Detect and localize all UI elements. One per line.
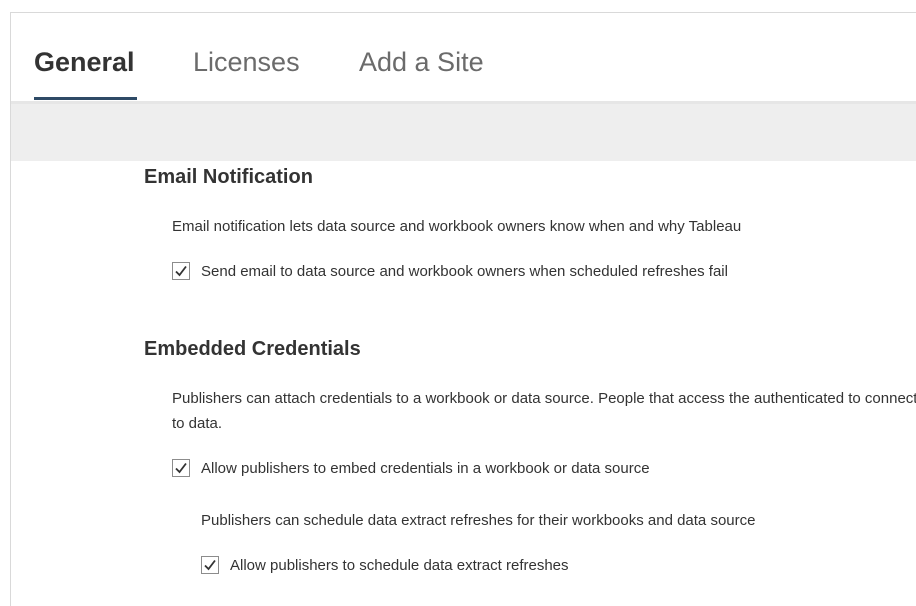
allow-schedule-refresh-label: Allow publishers to schedule data extrac… (230, 556, 569, 574)
tab-general[interactable]: General (34, 44, 137, 100)
allow-schedule-refresh-checkbox[interactable] (201, 556, 219, 574)
allow-embed-credentials-label: Allow publishers to embed credentials in… (201, 459, 650, 477)
checkmark-icon (204, 559, 216, 571)
send-email-label: Send email to data source and workbook o… (201, 262, 728, 280)
tab-bar: General Licenses Add a Site (11, 13, 916, 104)
settings-panel: General Licenses Add a Site Email Notifi… (10, 12, 916, 606)
checkmark-icon (175, 462, 187, 474)
tab-licenses[interactable]: Licenses (193, 44, 300, 80)
embedded-credentials-description: Publishers can attach credentials to a w… (172, 390, 916, 432)
tab-general-label: General (34, 47, 135, 77)
embedded-credentials-heading: Embedded Credentials (144, 338, 361, 360)
tab-add-a-site-label: Add a Site (359, 47, 484, 77)
email-notification-description: Email notification lets data source and … (172, 218, 742, 235)
tab-licenses-label: Licenses (193, 47, 300, 77)
send-email-on-failure-option[interactable]: Send email to data source and workbook o… (172, 262, 728, 280)
allow-embed-credentials-checkbox[interactable] (172, 459, 190, 477)
email-notification-heading: Email Notification (144, 166, 313, 188)
toolbar-strip (11, 104, 916, 161)
active-tab-indicator (34, 97, 137, 100)
checkmark-icon (175, 265, 187, 277)
allow-schedule-refresh-option[interactable]: Allow publishers to schedule data extrac… (201, 556, 569, 574)
allow-embed-credentials-option[interactable]: Allow publishers to embed credentials in… (172, 459, 650, 477)
schedule-refresh-description: Publishers can schedule data extract ref… (201, 512, 756, 529)
send-email-checkbox[interactable] (172, 262, 190, 280)
settings-content: Email Notification Email notification le… (11, 161, 916, 606)
tab-add-a-site[interactable]: Add a Site (359, 44, 484, 80)
